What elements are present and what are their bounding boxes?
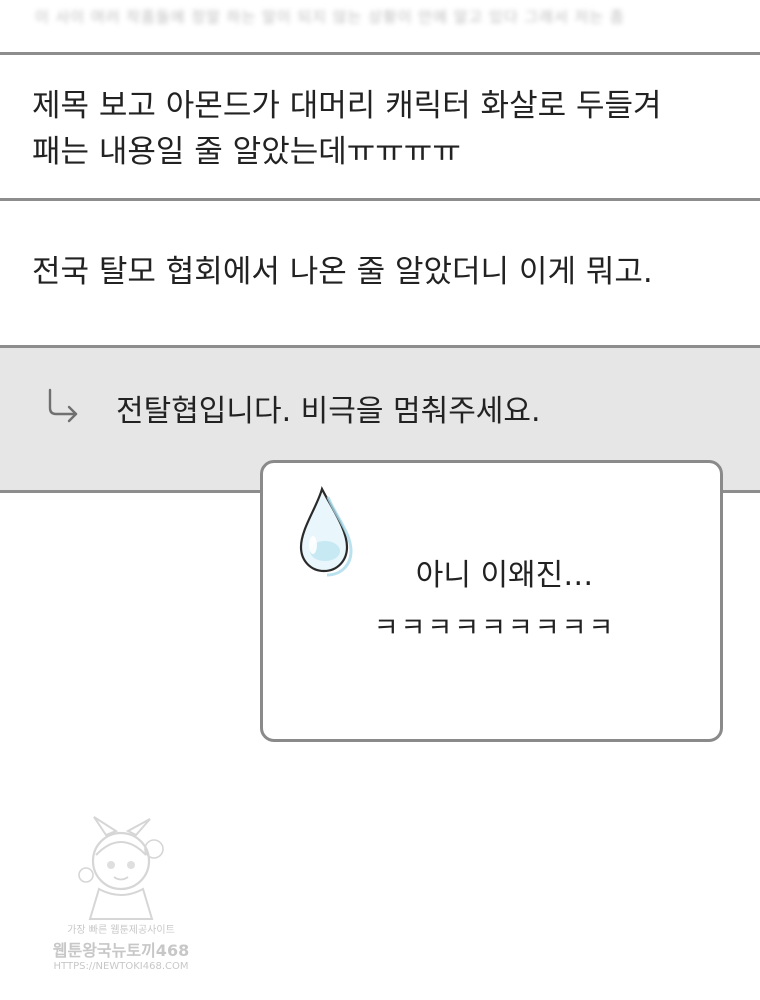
reply-arrow-icon — [44, 388, 80, 424]
speech-bubble: 아니 이왜진… ㅋㅋㅋㅋㅋㅋㅋㅋㅋ — [260, 460, 723, 742]
watermark-site-name: 웹툰왕국뉴토끼468 — [52, 941, 190, 960]
comment-1-line-1: 제목 보고 아몬드가 대머리 캐릭터 화살로 두들겨 — [32, 88, 662, 124]
site-watermark: 가장 빠른 웹툰제공사이트 웹툰왕국뉴토끼468 HTTPS://NEWTOKI… — [46, 815, 196, 987]
blurred-previous-comment: 이 사이 여러 작품들에 정말 하는 말이 되지 않는 상황이 안에 알고 있다… — [35, 8, 625, 26]
watermark-tagline: 가장 빠른 웹툰제공사이트 — [67, 925, 175, 936]
comment-1-line-2: 패는 내용일 줄 알았는데ㅠㅠㅠㅠ — [32, 134, 461, 170]
mascot-figure-icon — [66, 815, 176, 925]
divider-top — [0, 52, 760, 55]
comment-2-line-1: 전국 탈모 협회에서 나온 줄 알았더니 이게 뭐고. — [32, 254, 653, 290]
bubble-line-1: 아니 이왜진… — [415, 558, 594, 593]
bubble-line-2: ㅋㅋㅋㅋㅋㅋㅋㅋㅋ — [373, 613, 616, 644]
divider-middle — [0, 198, 760, 201]
reply-text: 전탈협입니다. 비극을 멈춰주세요. — [116, 394, 541, 429]
watermark-url: HTTPS://NEWTOKI468.COM — [53, 961, 189, 972]
